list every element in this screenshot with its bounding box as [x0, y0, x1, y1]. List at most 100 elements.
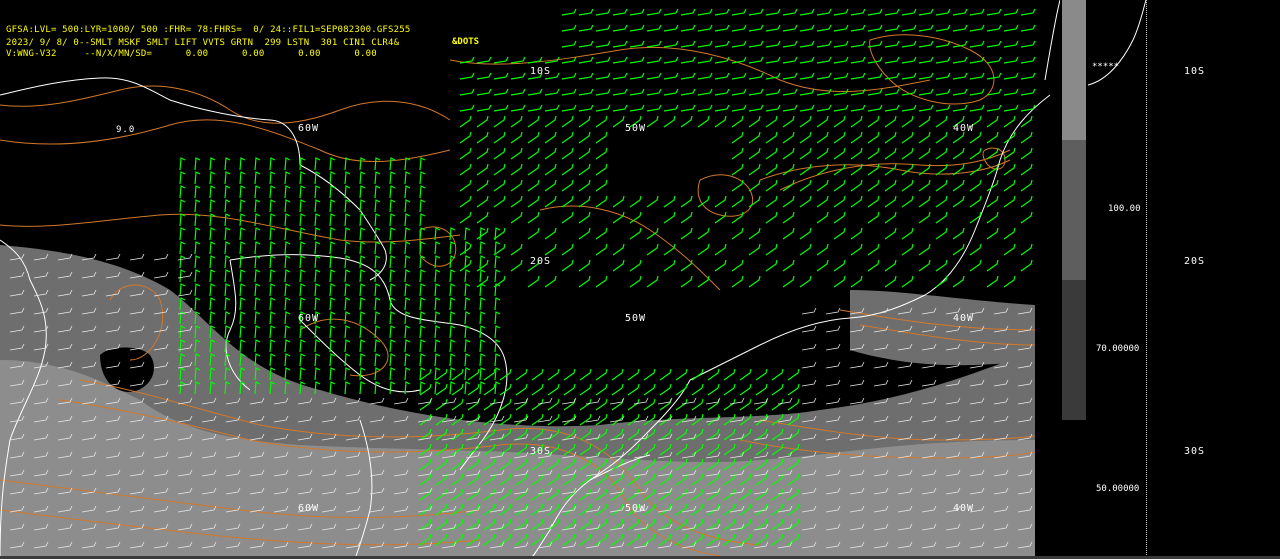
wind-barb [224, 227, 231, 241]
wind-barb [833, 227, 846, 240]
wind-barb [986, 179, 999, 192]
wind-barb [404, 213, 411, 227]
wind-barb [284, 213, 291, 227]
wind-barb [389, 227, 396, 241]
wind-barb [918, 259, 931, 272]
wind-barb [389, 353, 396, 367]
wind-barb [544, 131, 557, 144]
wind-barb [680, 115, 693, 128]
wind-barb [816, 104, 832, 112]
wind-barb [389, 241, 396, 255]
wind-barb [771, 368, 784, 381]
wind-barb [969, 24, 985, 32]
map-canvas[interactable]: GFSA:LVL= 500:LYR=1000/ 500 :FHR= 78:FHR… [0, 0, 1060, 559]
wind-barb [404, 171, 411, 185]
wind-barb [935, 115, 948, 128]
wind-barb [194, 171, 201, 185]
wind-barb [194, 255, 201, 269]
wind-barb [459, 147, 472, 160]
wind-barb [612, 259, 625, 272]
wind-barb [935, 8, 951, 16]
wind-barb [374, 283, 381, 297]
wind-barb [595, 147, 608, 160]
wind-barb [782, 147, 795, 160]
wind-barb [697, 40, 713, 48]
wind-barb [299, 269, 306, 283]
wind-barb [434, 325, 441, 339]
wind-barb [129, 253, 145, 261]
wind-barb [464, 283, 471, 297]
wind-barb [867, 72, 883, 80]
wind-barb [494, 269, 501, 283]
wind-barb [254, 269, 261, 283]
wind-barb [731, 104, 747, 112]
wind-barb [595, 398, 608, 411]
wind-barb [179, 241, 186, 255]
wind-barb [782, 259, 795, 272]
wind-barb [269, 269, 276, 283]
wind-barb [986, 195, 999, 208]
wind-barb [459, 115, 472, 128]
wind-barb [531, 383, 544, 396]
wind-barb [952, 243, 965, 256]
wind-barb [782, 195, 795, 208]
wind-barb [449, 297, 456, 311]
wind-barb [867, 211, 880, 224]
wind-barb [479, 367, 486, 381]
wind-barb [612, 24, 628, 32]
wind-barb [239, 269, 246, 283]
wind-barb [344, 381, 351, 395]
wind-barb [595, 227, 608, 240]
wind-barb [344, 199, 351, 213]
wind-barb [680, 8, 696, 16]
wind-barb [374, 241, 381, 255]
wind-barb [986, 259, 999, 272]
wind-barb [194, 185, 201, 199]
wind-barb [646, 195, 659, 208]
wind-barb [595, 56, 611, 64]
wind-barb [449, 269, 456, 283]
wind-barb [359, 185, 366, 199]
wind-barb [850, 179, 863, 192]
wind-barb [434, 269, 441, 283]
wind-barb [1003, 227, 1016, 240]
wind-barb [329, 339, 336, 353]
wind-barb [329, 381, 336, 395]
wind-barb [1003, 56, 1019, 64]
wind-barb [765, 259, 778, 272]
wind-barb [1003, 179, 1016, 192]
wind-barb [419, 311, 426, 325]
wind-barb [867, 24, 883, 32]
wind-barb [329, 311, 336, 325]
wind-barb [224, 171, 231, 185]
wind-barb [374, 157, 381, 171]
wind-barb [765, 40, 781, 48]
wind-barb [314, 255, 321, 269]
wind-barb [561, 40, 577, 48]
wind-barb [681, 397, 697, 405]
wind-barb [510, 243, 523, 256]
wind-barb [527, 131, 540, 144]
wind-barb [494, 381, 501, 395]
wind-barb [663, 259, 676, 272]
wind-barb [329, 213, 336, 227]
wind-barb [816, 243, 829, 256]
wind-barb [697, 24, 713, 32]
wind-barb [748, 8, 764, 16]
wind-barb [578, 211, 591, 224]
wind-barb [629, 88, 645, 96]
wind-barb [374, 325, 381, 339]
wind-barb [579, 413, 592, 426]
wind-barb [329, 171, 336, 185]
wind-barb [389, 171, 396, 185]
wind-barb [748, 104, 764, 112]
wind-barb [867, 259, 880, 272]
wind-barb [578, 195, 591, 208]
wind-barb [935, 179, 948, 192]
wind-barb [329, 325, 336, 339]
wind-barb [224, 269, 231, 283]
wind-barb [224, 213, 231, 227]
wind-barb [404, 283, 411, 297]
wind-barb [901, 8, 917, 16]
wind-barb [419, 339, 426, 353]
